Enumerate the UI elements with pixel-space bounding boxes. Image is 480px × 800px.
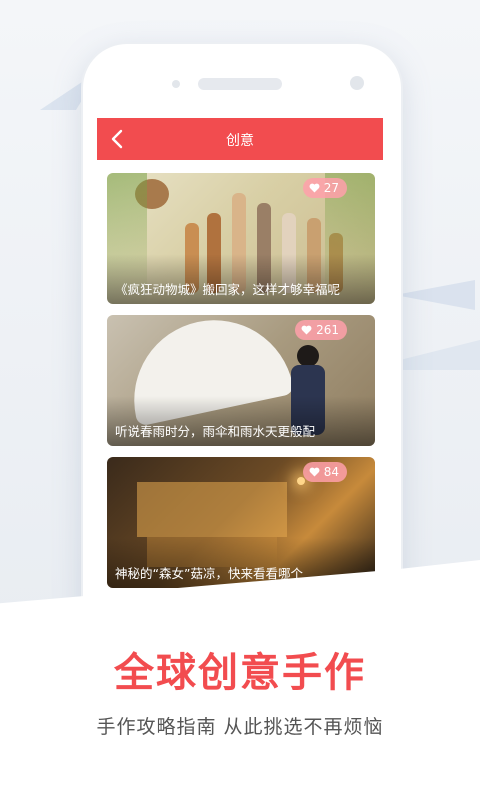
heart-icon — [301, 325, 312, 335]
creative-card[interactable]: 84 神秘的“森女”菇凉，快来看看哪个 — [107, 457, 375, 588]
like-count: 261 — [316, 323, 339, 337]
card-caption: 《疯狂动物城》搬回家，这样才够幸福呢 — [115, 282, 341, 297]
card-caption: 听说春雨时分，雨伞和雨水天更般配 — [115, 424, 316, 439]
phone-speaker — [198, 78, 282, 90]
promo-subline: 手作攻略指南 从此挑选不再烦恼 — [96, 716, 384, 738]
like-badge[interactable]: 84 — [302, 462, 347, 482]
app-screen: 创意 27 《疯狂动物城》搬回家，这样才够幸福呢 261 听说春雨时分，雨伞和雨… — [97, 118, 383, 618]
like-count: 84 — [323, 465, 339, 479]
creative-card[interactable]: 27 《疯狂动物城》搬回家，这样才够幸福呢 — [107, 173, 375, 304]
heart-icon — [309, 183, 320, 193]
creative-card[interactable]: 261 听说春雨时分，雨伞和雨水天更般配 — [107, 315, 375, 446]
like-count: 27 — [323, 181, 339, 195]
phone-camera — [350, 76, 364, 90]
app-bar: 创意 — [97, 118, 383, 160]
phone-sensor — [172, 80, 180, 88]
promo-headline: 全球创意手作 — [114, 650, 366, 696]
like-badge[interactable]: 261 — [295, 320, 347, 340]
like-badge[interactable]: 27 — [302, 178, 347, 198]
heart-icon — [309, 467, 320, 477]
page-title: 创意 — [226, 133, 254, 149]
